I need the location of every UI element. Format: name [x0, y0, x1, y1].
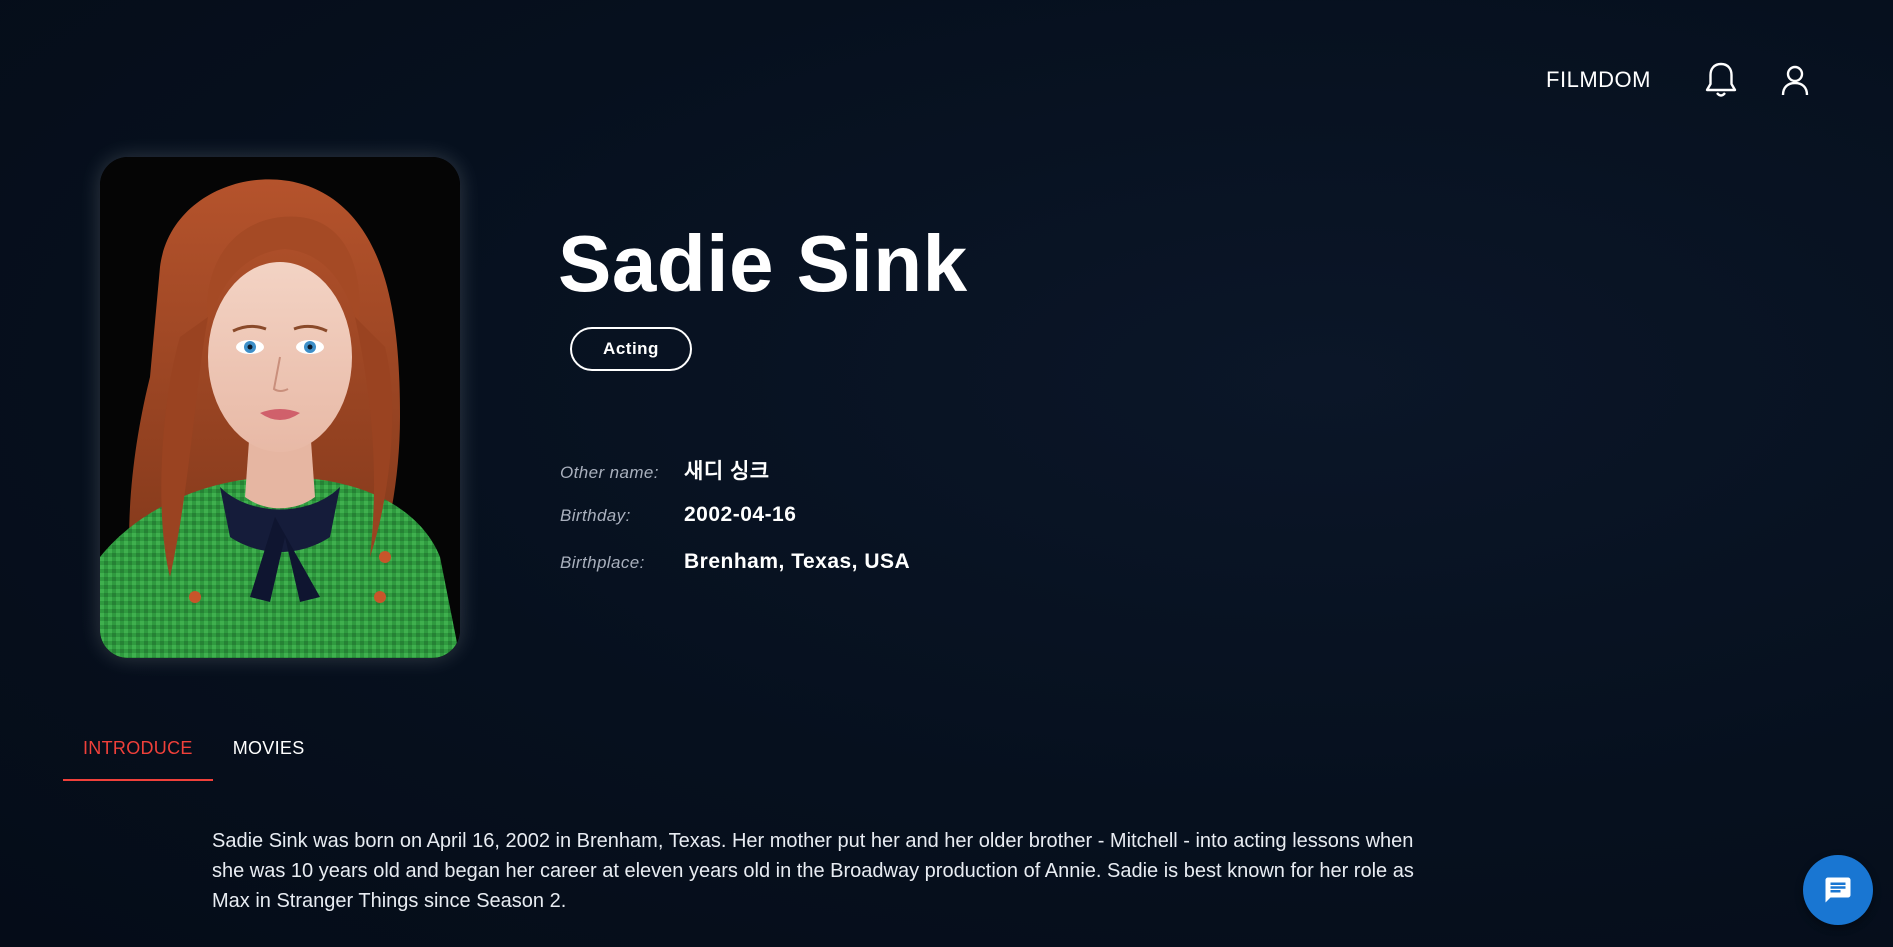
person-name: Sadie Sink	[558, 219, 968, 308]
portrait-image	[100, 157, 460, 658]
detail-label: Birthplace:	[560, 553, 645, 572]
profile-photo	[100, 157, 460, 658]
tab-introduce[interactable]: INTRODUCE	[63, 728, 213, 781]
biography-text: Sadie Sink was born on April 16, 2002 in…	[212, 830, 1414, 912]
detail-label: Birthday:	[560, 506, 631, 525]
notifications-button[interactable]	[1701, 60, 1741, 100]
account-button[interactable]	[1775, 60, 1815, 100]
chat-button[interactable]	[1803, 855, 1873, 925]
detail-label: Other name:	[560, 463, 659, 482]
bell-icon	[1705, 62, 1737, 97]
detail-value: Brenham, Texas, USA	[684, 550, 911, 573]
detail-other-name: Other name: 새디 싱크	[560, 455, 770, 485]
chat-icon	[1825, 877, 1851, 903]
detail-birthplace: Birthplace: Brenham, Texas, USA	[560, 550, 910, 574]
profile-tabs: INTRODUCE MOVIES	[63, 728, 325, 781]
detail-value: 2002-04-16	[684, 503, 797, 526]
brand-logo[interactable]: FILMDOM	[1546, 67, 1651, 93]
department-badge[interactable]: Acting	[570, 327, 692, 371]
detail-value: 새디 싱크	[684, 460, 770, 483]
detail-birthday: Birthday: 2002-04-16	[560, 503, 796, 527]
user-icon	[1781, 65, 1809, 96]
tab-movies[interactable]: MOVIES	[213, 728, 325, 781]
top-nav: FILMDOM	[1546, 60, 1815, 100]
